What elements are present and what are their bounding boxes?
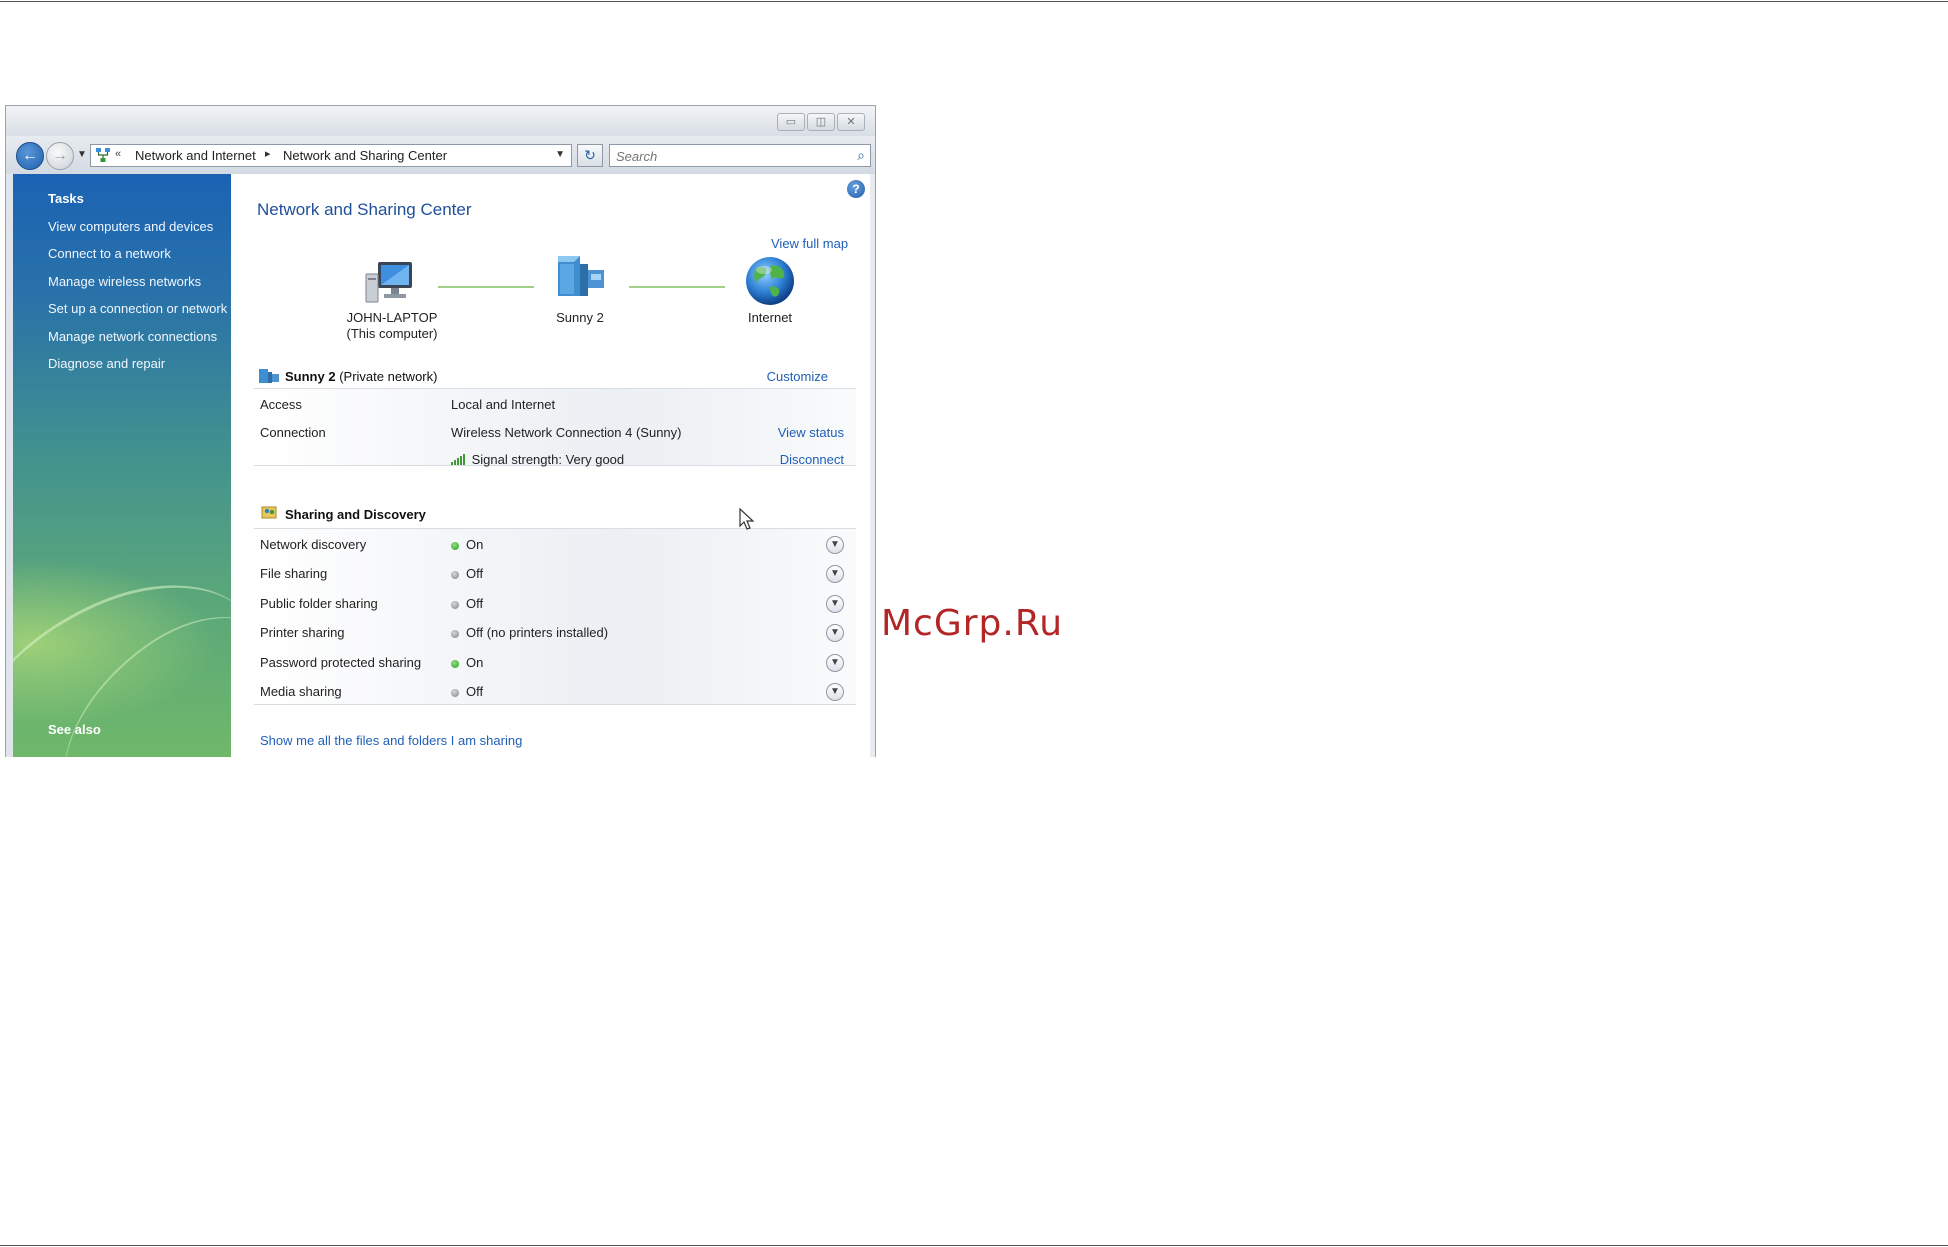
network-name: Sunny 2	[285, 369, 336, 384]
expand-network-discovery-button[interactable]: ▼	[826, 536, 844, 554]
expand-public-folder-sharing-button[interactable]: ▼	[826, 595, 844, 613]
network-sharing-window: ▭ ◫ ✕ ← → ▼ « Network and Internet ▸ Net…	[5, 105, 876, 757]
task-set-up-connection-or-network[interactable]: Set up a connection or network	[48, 301, 227, 316]
recent-pages-dropdown-icon[interactable]: ▼	[77, 149, 87, 160]
connection-value: Wireless Network Connection 4 (Sunny)	[451, 425, 682, 440]
breadcrumb-network-and-internet[interactable]: Network and Internet	[135, 148, 256, 163]
refresh-button[interactable]: ↻	[577, 144, 603, 167]
address-bar[interactable]: « Network and Internet ▸ Network and Sha…	[90, 144, 572, 167]
view-status-link[interactable]: View status	[778, 425, 844, 440]
password-protected-sharing-label: Password protected sharing	[260, 655, 422, 670]
network-type: (Private network)	[339, 369, 438, 384]
forward-button[interactable]: →	[46, 142, 74, 170]
computer-name: JOHN-LAPTOP	[346, 310, 438, 325]
access-label: Access	[260, 397, 302, 412]
status-off-icon	[451, 688, 459, 697]
file-sharing-status: Off	[451, 566, 483, 581]
view-full-map-link[interactable]: View full map	[771, 236, 848, 251]
see-also-heading: See also	[48, 722, 101, 737]
map-this-computer[interactable]: JOHN-LAPTOP (This computer)	[327, 310, 457, 342]
status-off-icon	[451, 600, 459, 609]
media-sharing-status: Off	[451, 684, 483, 699]
signal-strength-value: Very good	[565, 452, 625, 467]
file-sharing-label: File sharing	[260, 566, 328, 581]
network-small-icon	[259, 369, 279, 383]
network-details-panel: Access Local and Internet Connection Wir…	[254, 388, 856, 467]
expand-printer-sharing-button[interactable]: ▼	[826, 624, 844, 642]
status-off-icon	[451, 570, 459, 579]
network-group-title: Sunny 2 (Private network)	[285, 369, 437, 384]
expand-media-sharing-button[interactable]: ▼	[826, 683, 844, 701]
computer-subtitle: (This computer)	[346, 326, 438, 341]
navigation-bar: ← → ▼ « Network and Internet ▸ Network a…	[6, 136, 875, 174]
mouse-cursor-icon	[739, 508, 755, 530]
sharing-icon	[261, 506, 277, 519]
watermark-text: McGrp.Ru	[881, 603, 1064, 644]
window-right-edge	[870, 174, 875, 757]
breadcrumb-separator-icon[interactable]: ▸	[265, 147, 271, 160]
status-off-icon	[451, 629, 459, 638]
task-connect-to-a-network[interactable]: Connect to a network	[48, 246, 171, 261]
map-internet-node[interactable]: Internet	[710, 310, 830, 326]
expand-password-protected-sharing-button[interactable]: ▼	[826, 654, 844, 672]
maximize-button[interactable]: ◫	[807, 113, 835, 131]
task-manage-network-connections[interactable]: Manage network connections	[48, 329, 217, 344]
map-network-node[interactable]: Sunny 2	[520, 310, 640, 326]
media-sharing-label: Media sharing	[260, 684, 342, 699]
signal-strength-label: Signal strength:	[471, 452, 562, 467]
expand-file-sharing-button[interactable]: ▼	[826, 565, 844, 583]
map-link-line	[629, 286, 725, 288]
network-discovery-status: On	[451, 537, 483, 552]
password-protected-sharing-status: On	[451, 655, 483, 670]
network-discovery-label: Network discovery	[260, 537, 367, 552]
printer-sharing-label: Printer sharing	[260, 625, 345, 640]
network-icon[interactable]	[554, 254, 606, 300]
signal-strength-icon	[451, 454, 465, 465]
search-box[interactable]: ⌕	[609, 144, 871, 167]
printer-sharing-status: Off (no printers installed)	[451, 625, 608, 640]
access-value: Local and Internet	[451, 397, 556, 412]
main-content: ? Network and Sharing Center View full m…	[231, 174, 870, 757]
status-on-icon	[451, 659, 459, 668]
task-manage-wireless-networks[interactable]: Manage wireless networks	[48, 274, 201, 289]
public-folder-sharing-label: Public folder sharing	[260, 596, 378, 611]
sharing-group-title: Sharing and Discovery	[285, 507, 426, 522]
close-button[interactable]: ✕	[837, 113, 865, 131]
signal-strength: Signal strength: Very good	[451, 452, 624, 467]
task-diagnose-and-repair[interactable]: Diagnose and repair	[48, 356, 165, 371]
title-bar: ▭ ◫ ✕	[6, 106, 875, 136]
public-folder-sharing-status: Off	[451, 596, 483, 611]
connection-label: Connection	[260, 425, 326, 440]
sharing-panel: Network discovery On ▼ File sharing Off …	[254, 528, 856, 705]
show-shared-files-link[interactable]: Show me all the files and folders I am s…	[260, 733, 522, 748]
task-view-computers-and-devices[interactable]: View computers and devices	[48, 219, 213, 234]
address-dropdown-icon[interactable]: ▼	[555, 149, 565, 160]
customize-link[interactable]: Customize	[767, 369, 828, 384]
top-rule	[0, 1, 1948, 2]
map-link-line	[438, 286, 534, 288]
breadcrumb-overflow-icon[interactable]: «	[115, 148, 121, 160]
tasks-heading: Tasks	[48, 191, 84, 206]
page-title: Network and Sharing Center	[257, 200, 472, 219]
help-icon[interactable]: ?	[847, 180, 865, 198]
search-icon[interactable]: ⌕	[857, 147, 865, 164]
bottom-rule	[0, 1245, 1948, 1246]
internet-globe-icon[interactable]	[744, 255, 796, 307]
breadcrumb-network-and-sharing-center[interactable]: Network and Sharing Center	[283, 148, 447, 163]
tasks-sidebar: Tasks View computers and devices Connect…	[13, 174, 231, 757]
computer-icon[interactable]	[364, 260, 416, 306]
search-input[interactable]	[614, 147, 848, 166]
back-button[interactable]: ←	[16, 142, 44, 170]
disconnect-link[interactable]: Disconnect	[780, 452, 844, 467]
status-on-icon	[451, 541, 459, 550]
minimize-button[interactable]: ▭	[777, 113, 805, 131]
network-icon	[96, 148, 110, 162]
